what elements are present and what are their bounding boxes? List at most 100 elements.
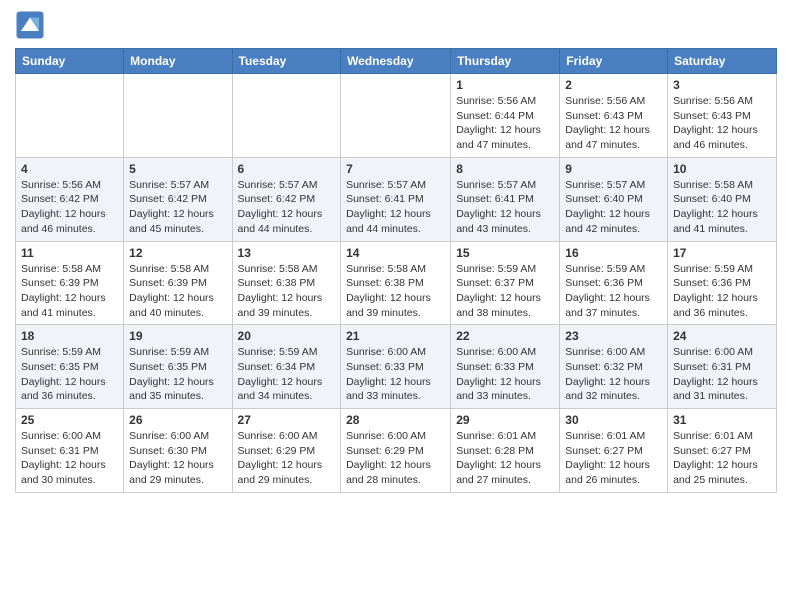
- calendar-cell: 11 Sunrise: 5:58 AM Sunset: 6:39 PM Dayli…: [16, 241, 124, 325]
- day-number: 30: [565, 413, 662, 427]
- calendar-week-5: 25Sunrise: 6:00 AM Sunset: 6:31 PM Dayli…: [16, 409, 777, 493]
- calendar-cell: 6 Sunrise: 5:57 AM Sunset: 6:42 PM Daylig…: [232, 157, 341, 241]
- day-number: 14: [346, 246, 445, 260]
- calendar-cell: 27 Sunrise: 6:00 AM Sunset: 6:29 PM Dayli…: [232, 409, 341, 493]
- calendar-cell: 4 Sunrise: 5:56 AM Sunset: 6:42 PM Daylig…: [16, 157, 124, 241]
- day-info: Sunrise: 6:00 AM Sunset: 6:31 PM Dayligh…: [673, 345, 771, 404]
- day-number: 16: [565, 246, 662, 260]
- day-header-thursday: Thursday: [451, 49, 560, 74]
- calendar-cell: 21 Sunrise: 6:00 AM Sunset: 6:33 PM Dayli…: [341, 325, 451, 409]
- day-info: Sunrise: 5:59 AM Sunset: 6:37 PM Dayligh…: [456, 262, 554, 321]
- day-number: 9: [565, 162, 662, 176]
- day-number: 3: [673, 78, 771, 92]
- day-number: 12: [129, 246, 226, 260]
- day-header-saturday: Saturday: [668, 49, 777, 74]
- day-number: 8: [456, 162, 554, 176]
- day-info: Sunrise: 5:56 AM Sunset: 6:42 PM Dayligh…: [21, 178, 118, 237]
- day-number: 26: [129, 413, 226, 427]
- day-info: Sunrise: 5:58 AM Sunset: 6:40 PM Dayligh…: [673, 178, 771, 237]
- calendar-header: SundayMondayTuesdayWednesdayThursdayFrid…: [16, 49, 777, 74]
- day-number: 2: [565, 78, 662, 92]
- day-number: 4: [21, 162, 118, 176]
- day-number: 11: [21, 246, 118, 260]
- day-number: 20: [238, 329, 336, 343]
- calendar-cell: 3 Sunrise: 5:56 AM Sunset: 6:43 PM Daylig…: [668, 74, 777, 158]
- calendar-cell: 10Sunrise: 5:58 AM Sunset: 6:40 PM Dayli…: [668, 157, 777, 241]
- calendar-cell: 18 Sunrise: 5:59 AM Sunset: 6:35 PM Dayli…: [16, 325, 124, 409]
- day-info: Sunrise: 5:59 AM Sunset: 6:36 PM Dayligh…: [673, 262, 771, 321]
- calendar-week-1: 1 Sunrise: 5:56 AM Sunset: 6:44 PM Daylig…: [16, 74, 777, 158]
- day-number: 22: [456, 329, 554, 343]
- day-info: Sunrise: 5:57 AM Sunset: 6:40 PM Dayligh…: [565, 178, 662, 237]
- calendar-cell: 5 Sunrise: 5:57 AM Sunset: 6:42 PM Daylig…: [124, 157, 232, 241]
- calendar-cell: 22Sunrise: 6:00 AM Sunset: 6:33 PM Dayli…: [451, 325, 560, 409]
- day-info: Sunrise: 6:00 AM Sunset: 6:32 PM Dayligh…: [565, 345, 662, 404]
- day-info: Sunrise: 6:00 AM Sunset: 6:33 PM Dayligh…: [346, 345, 445, 404]
- day-number: 5: [129, 162, 226, 176]
- day-header-wednesday: Wednesday: [341, 49, 451, 74]
- calendar-cell: 7 Sunrise: 5:57 AM Sunset: 6:41 PM Daylig…: [341, 157, 451, 241]
- day-number: 27: [238, 413, 336, 427]
- day-info: Sunrise: 6:01 AM Sunset: 6:27 PM Dayligh…: [565, 429, 662, 488]
- calendar-cell: 1 Sunrise: 5:56 AM Sunset: 6:44 PM Daylig…: [451, 74, 560, 158]
- calendar-cell: 2 Sunrise: 5:56 AM Sunset: 6:43 PM Daylig…: [560, 74, 668, 158]
- calendar-cell: 9 Sunrise: 5:57 AM Sunset: 6:40 PM Daylig…: [560, 157, 668, 241]
- calendar-cell: 30 Sunrise: 6:01 AM Sunset: 6:27 PM Dayli…: [560, 409, 668, 493]
- calendar-cell: 31 Sunrise: 6:01 AM Sunset: 6:27 PM Dayli…: [668, 409, 777, 493]
- day-info: Sunrise: 6:00 AM Sunset: 6:30 PM Dayligh…: [129, 429, 226, 488]
- day-info: Sunrise: 5:58 AM Sunset: 6:39 PM Dayligh…: [129, 262, 226, 321]
- day-info: Sunrise: 5:59 AM Sunset: 6:35 PM Dayligh…: [21, 345, 118, 404]
- day-number: 28: [346, 413, 445, 427]
- calendar-cell: 20Sunrise: 5:59 AM Sunset: 6:34 PM Dayli…: [232, 325, 341, 409]
- day-info: Sunrise: 5:59 AM Sunset: 6:35 PM Dayligh…: [129, 345, 226, 404]
- day-info: Sunrise: 5:58 AM Sunset: 6:39 PM Dayligh…: [21, 262, 118, 321]
- day-info: Sunrise: 5:58 AM Sunset: 6:38 PM Dayligh…: [238, 262, 336, 321]
- calendar-cell: [124, 74, 232, 158]
- logo-icon: [15, 10, 45, 40]
- day-number: 1: [456, 78, 554, 92]
- calendar-cell: 25Sunrise: 6:00 AM Sunset: 6:31 PM Dayli…: [16, 409, 124, 493]
- calendar-week-3: 11 Sunrise: 5:58 AM Sunset: 6:39 PM Dayli…: [16, 241, 777, 325]
- logo: [15, 10, 49, 40]
- calendar-cell: 24 Sunrise: 6:00 AM Sunset: 6:31 PM Dayli…: [668, 325, 777, 409]
- calendar-cell: 12 Sunrise: 5:58 AM Sunset: 6:39 PM Dayli…: [124, 241, 232, 325]
- day-info: Sunrise: 5:56 AM Sunset: 6:44 PM Dayligh…: [456, 94, 554, 153]
- day-info: Sunrise: 5:57 AM Sunset: 6:42 PM Dayligh…: [129, 178, 226, 237]
- calendar-cell: 28 Sunrise: 6:00 AM Sunset: 6:29 PM Dayli…: [341, 409, 451, 493]
- day-info: Sunrise: 5:58 AM Sunset: 6:38 PM Dayligh…: [346, 262, 445, 321]
- calendar-cell: [232, 74, 341, 158]
- day-info: Sunrise: 5:57 AM Sunset: 6:41 PM Dayligh…: [456, 178, 554, 237]
- calendar-cell: 17 Sunrise: 5:59 AM Sunset: 6:36 PM Dayli…: [668, 241, 777, 325]
- day-number: 23: [565, 329, 662, 343]
- day-info: Sunrise: 5:56 AM Sunset: 6:43 PM Dayligh…: [673, 94, 771, 153]
- day-number: 24: [673, 329, 771, 343]
- day-info: Sunrise: 6:00 AM Sunset: 6:29 PM Dayligh…: [346, 429, 445, 488]
- day-number: 17: [673, 246, 771, 260]
- day-number: 6: [238, 162, 336, 176]
- day-number: 25: [21, 413, 118, 427]
- day-header-sunday: Sunday: [16, 49, 124, 74]
- calendar-cell: 23 Sunrise: 6:00 AM Sunset: 6:32 PM Dayli…: [560, 325, 668, 409]
- days-of-week-row: SundayMondayTuesdayWednesdayThursdayFrid…: [16, 49, 777, 74]
- day-header-tuesday: Tuesday: [232, 49, 341, 74]
- day-number: 21: [346, 329, 445, 343]
- day-info: Sunrise: 5:57 AM Sunset: 6:41 PM Dayligh…: [346, 178, 445, 237]
- calendar-cell: [341, 74, 451, 158]
- calendar-cell: 15 Sunrise: 5:59 AM Sunset: 6:37 PM Dayli…: [451, 241, 560, 325]
- day-number: 18: [21, 329, 118, 343]
- calendar-cell: 29 Sunrise: 6:01 AM Sunset: 6:28 PM Dayli…: [451, 409, 560, 493]
- page-header: [15, 10, 777, 40]
- day-info: Sunrise: 6:01 AM Sunset: 6:28 PM Dayligh…: [456, 429, 554, 488]
- calendar-cell: 14 Sunrise: 5:58 AM Sunset: 6:38 PM Dayli…: [341, 241, 451, 325]
- day-number: 15: [456, 246, 554, 260]
- day-number: 31: [673, 413, 771, 427]
- calendar-week-2: 4 Sunrise: 5:56 AM Sunset: 6:42 PM Daylig…: [16, 157, 777, 241]
- day-info: Sunrise: 6:00 AM Sunset: 6:29 PM Dayligh…: [238, 429, 336, 488]
- day-number: 29: [456, 413, 554, 427]
- day-info: Sunrise: 6:01 AM Sunset: 6:27 PM Dayligh…: [673, 429, 771, 488]
- calendar-body: 1 Sunrise: 5:56 AM Sunset: 6:44 PM Daylig…: [16, 74, 777, 493]
- day-info: Sunrise: 5:56 AM Sunset: 6:43 PM Dayligh…: [565, 94, 662, 153]
- day-number: 7: [346, 162, 445, 176]
- day-header-friday: Friday: [560, 49, 668, 74]
- day-info: Sunrise: 5:57 AM Sunset: 6:42 PM Dayligh…: [238, 178, 336, 237]
